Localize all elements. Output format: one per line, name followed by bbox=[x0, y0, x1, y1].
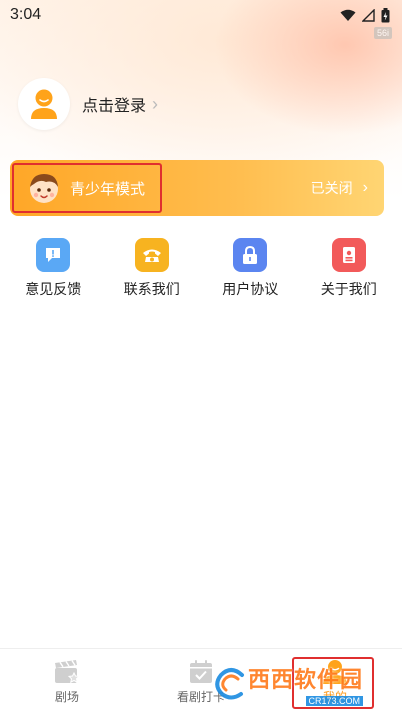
quick-link-label: 关于我们 bbox=[320, 281, 377, 297]
watermark-site: CR173.COM bbox=[305, 696, 364, 706]
battery-icon bbox=[381, 7, 390, 22]
avatar[interactable] bbox=[18, 78, 70, 130]
youth-mode-status: 已关闭 bbox=[310, 180, 353, 196]
quick-link-label: 用户协议 bbox=[222, 281, 279, 297]
theater-icon bbox=[55, 660, 81, 684]
tab-label: 剧场 bbox=[54, 690, 79, 704]
login-label[interactable]: 点击登录 bbox=[82, 92, 146, 116]
status-icons bbox=[340, 7, 390, 23]
watermark: 西西软件园 CR173.COM bbox=[214, 662, 364, 706]
feedback-icon bbox=[36, 238, 71, 272]
user-avatar-icon bbox=[31, 89, 57, 119]
quick-link-label: 意见反馈 bbox=[25, 281, 82, 297]
lock-icon bbox=[233, 238, 268, 272]
signal-icon bbox=[362, 8, 375, 22]
youth-mode-highlight bbox=[12, 163, 162, 213]
quick-link-contact[interactable]: 联系我们 bbox=[107, 238, 197, 299]
login-row[interactable]: 点击登录 › bbox=[18, 78, 158, 130]
watermark-logo-icon bbox=[215, 668, 244, 700]
quick-link-label: 联系我们 bbox=[123, 281, 180, 297]
tab-theater[interactable]: 剧场 bbox=[12, 659, 122, 705]
status-time: 3:04 bbox=[10, 6, 42, 23]
quick-link-about[interactable]: 关于我们 bbox=[304, 238, 394, 299]
wifi-icon bbox=[340, 9, 356, 21]
chevron-right-icon: › bbox=[362, 179, 368, 196]
youth-mode-banner[interactable]: 青少年模式 已关闭 › bbox=[10, 160, 384, 216]
watermark-text-group: 西西软件园 CR173.COM bbox=[248, 662, 364, 706]
about-icon bbox=[331, 238, 366, 272]
checkin-icon bbox=[190, 660, 212, 683]
status-badge: 56i bbox=[373, 27, 392, 39]
phone-icon bbox=[134, 238, 169, 272]
chevron-right-icon: › bbox=[152, 93, 159, 114]
quick-links: 意见反馈 联系我们 用户协议 关于我们 bbox=[0, 238, 402, 299]
quick-link-feedback[interactable]: 意见反馈 bbox=[8, 238, 98, 299]
status-bar: 3:04 bbox=[0, 0, 402, 30]
quick-link-agreement[interactable]: 用户协议 bbox=[205, 238, 295, 299]
youth-mode-status-group: 已关闭 › bbox=[311, 178, 368, 198]
watermark-text: 西西软件园 bbox=[248, 668, 364, 693]
